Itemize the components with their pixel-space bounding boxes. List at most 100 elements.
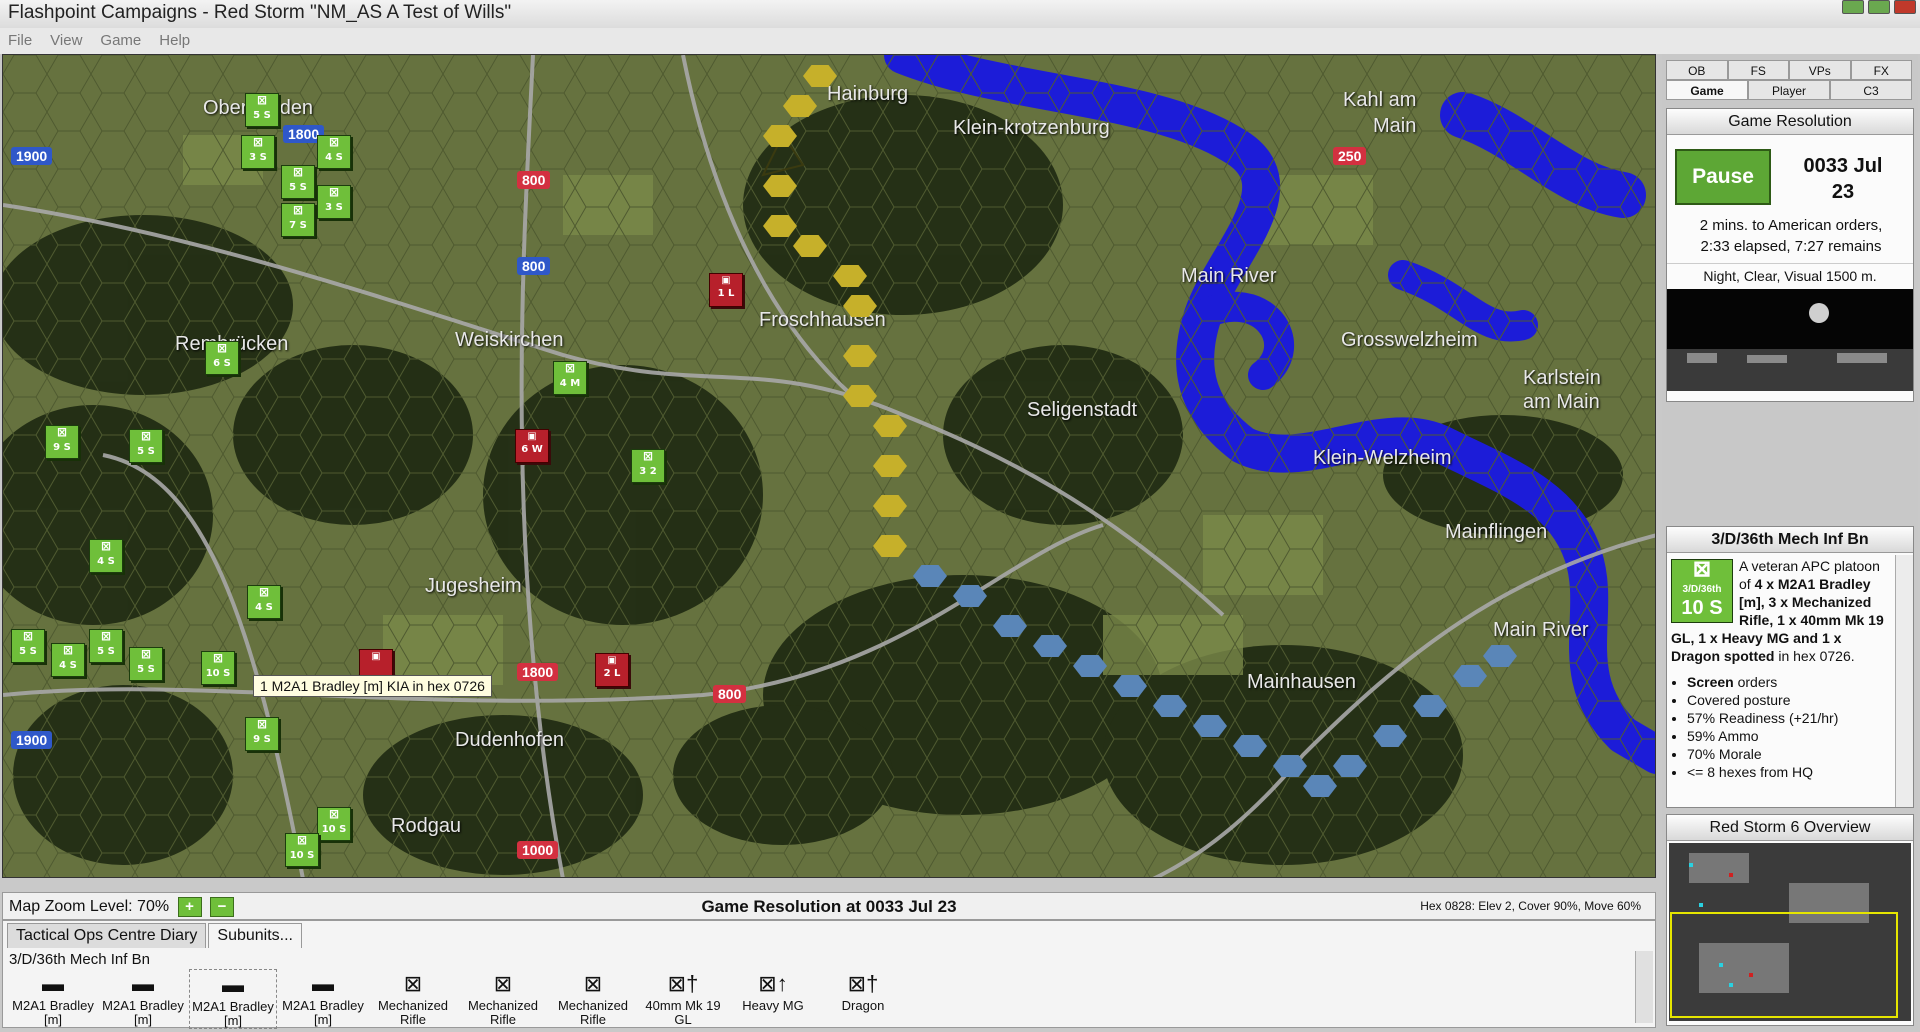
friendly-unit-counter[interactable]: ⊠ 3 S	[317, 185, 351, 219]
enemy-unit-counter[interactable]: ▣ 2 L	[595, 653, 629, 687]
pause-button[interactable]: Pause	[1675, 149, 1771, 205]
minimap-image	[1669, 843, 1911, 1021]
menu-file[interactable]: File	[8, 28, 32, 54]
menu-game[interactable]: Game	[100, 28, 141, 54]
clock-line-1: 0033 Jul	[1803, 155, 1883, 177]
tactical-map[interactable]: Ober-RodenHainburgKlein-krotzenburgKahl …	[2, 54, 1656, 878]
tab-tactical-ops-diary[interactable]: Tactical Ops Centre Diary	[7, 923, 207, 948]
unit-morale: 70% Morale	[1687, 745, 1893, 763]
friendly-unit-counter[interactable]: ⊠ 3 S	[241, 135, 275, 169]
friendly-unit-counter[interactable]: ⊠ 5 S	[129, 429, 163, 463]
unit-strength: 5 S	[19, 646, 37, 657]
unit-strength: 10 S	[205, 668, 231, 679]
tab-ob[interactable]: OB	[1666, 60, 1728, 80]
subunit-item[interactable]: ⊠ Mechanized Rifle	[369, 969, 457, 1029]
game-resolution-panel: Game Resolution Pause 0033 Jul 23 2 mins…	[1666, 108, 1914, 402]
minimize-button[interactable]	[1842, 0, 1864, 14]
subunit-item[interactable]: ⊠ Mechanized Rifle	[549, 969, 637, 1029]
close-button[interactable]	[1894, 0, 1916, 14]
zoom-in-button[interactable]: +	[177, 897, 202, 917]
tank-icon: ▬	[312, 971, 334, 996]
objective-marker[interactable]: 800	[517, 257, 551, 275]
tab-subunits[interactable]: Subunits...	[208, 923, 302, 948]
friendly-unit-counter[interactable]: ⊠ 10 S	[285, 833, 319, 867]
tab-player[interactable]: Player	[1748, 80, 1830, 100]
maximize-button[interactable]	[1868, 0, 1890, 14]
friendly-unit-counter[interactable]: ⊠ 5 S	[129, 647, 163, 681]
friendly-unit-counter[interactable]: ⊠ 7 S	[281, 203, 315, 237]
unit-ammo: 59% Ammo	[1687, 727, 1893, 745]
night-sky-image	[1667, 289, 1913, 391]
friendly-unit-counter[interactable]: ⊠ 5 S	[281, 165, 315, 199]
town-label: Kahl am	[1343, 89, 1417, 111]
friendly-unit-counter[interactable]: ⊠ 9 S	[45, 425, 79, 459]
unit-readiness: 57% Readiness (+21/hr)	[1687, 709, 1893, 727]
friendly-unit-counter[interactable]: ⊠ 4 S	[89, 539, 123, 573]
friendly-unit-counter[interactable]: ⊠ 9 S	[245, 717, 279, 751]
friendly-unit-counter[interactable]: ⊠ 4 S	[51, 643, 85, 677]
friendly-unit-counter[interactable]: ⊠ 3 2	[631, 449, 665, 483]
objective-marker[interactable]: 1000	[517, 841, 559, 859]
subunit-item[interactable]: ⊠ Mechanized Rifle	[459, 969, 547, 1029]
subunit-item[interactable]: ⊠† Dragon	[819, 969, 907, 1029]
overview-minimap[interactable]	[1669, 843, 1911, 1021]
enemy-unit-strength: 2 L	[603, 668, 621, 679]
unit-strength: 5 S	[137, 446, 155, 457]
objective-marker[interactable]: 800	[517, 171, 551, 189]
unit-info-scrollbar[interactable]	[1895, 555, 1913, 807]
objective-marker[interactable]: 1800	[517, 663, 559, 681]
orders-value: Screen	[1687, 674, 1734, 690]
enemy-unit-counter[interactable]: ▣ 1 L	[709, 273, 743, 307]
subunit-item[interactable]: ▬ M2A1 Bradley [m]	[99, 969, 187, 1029]
resolution-title: Game Resolution at 0033 Jul 23	[701, 897, 957, 916]
town-label: Klein-Welzheim	[1313, 447, 1452, 469]
objective-marker[interactable]: 800	[713, 685, 747, 703]
menu-view[interactable]: View	[50, 28, 82, 54]
friendly-unit-counter[interactable]: ⊠ 4 S	[247, 585, 281, 619]
tab-fx[interactable]: FX	[1850, 60, 1912, 80]
town-label: Weiskirchen	[455, 329, 564, 351]
zoom-label: Map Zoom Level: 70%	[9, 898, 170, 915]
subunit-label: M2A1 Bradley [m]	[12, 998, 94, 1027]
subunit-label: Mechanized Rifle	[377, 998, 449, 1027]
subunit-item[interactable]: ▬ M2A1 Bradley [m]	[9, 969, 97, 1029]
subunit-scrollbar[interactable]	[1635, 951, 1653, 1023]
subunit-item[interactable]: ▬ M2A1 Bradley [m]	[189, 969, 277, 1029]
mech-inf-icon: ⊠	[62, 643, 74, 657]
friendly-unit-counter[interactable]: ⊠ 10 S	[317, 807, 351, 841]
tab-fs[interactable]: FS	[1727, 60, 1789, 80]
friendly-unit-counter[interactable]: ⊠ 10 S	[201, 651, 235, 685]
tab-game[interactable]: Game	[1666, 80, 1748, 100]
friendly-unit-counter[interactable]: ⊠ 6 S	[205, 341, 239, 375]
friendly-unit-counter[interactable]: ⊠ 5 S	[89, 629, 123, 663]
mech-inf-icon: ⊠	[296, 833, 308, 847]
objective-marker[interactable]: 250	[1333, 147, 1367, 165]
mech-inf-icon: ⊠	[140, 647, 152, 661]
overview-panel: Red Storm 6 Overview	[1666, 814, 1914, 1026]
enemy-unit-counter[interactable]: ▣ 6 W	[515, 429, 549, 463]
unit-orders: Screen orders	[1687, 673, 1893, 691]
friendly-unit-counter[interactable]: ⊠ 5 S	[11, 629, 45, 663]
subunit-label: Mechanized Rifle	[467, 998, 539, 1027]
mech-inf-icon: ⊠	[256, 717, 268, 731]
subunit-item[interactable]: ⊠† 40mm Mk 19 GL	[639, 969, 727, 1029]
mech-inf-icon: ⊠	[642, 449, 654, 463]
tab-vps[interactable]: VPs	[1789, 60, 1851, 80]
friendly-unit-counter[interactable]: ⊠ 4 S	[317, 135, 351, 169]
mech-inf-icon: ⊠	[212, 651, 224, 665]
subunit-item[interactable]: ▬ M2A1 Bradley [m]	[279, 969, 367, 1029]
friendly-unit-counter[interactable]: ⊠ 4 M	[553, 361, 587, 395]
unit-hq-distance: <= 8 hexes from HQ	[1687, 763, 1893, 781]
friendly-unit-counter[interactable]: ⊠ 5 S	[245, 93, 279, 127]
town-label: am Main	[1523, 391, 1600, 413]
objective-marker[interactable]: 1900	[11, 147, 53, 165]
subunit-item[interactable]: ⊠↑ Heavy MG	[729, 969, 817, 1029]
time-message-line-1: 2 mins. to American orders,	[1699, 217, 1883, 234]
zoom-out-button[interactable]: −	[209, 897, 234, 917]
menu-help[interactable]: Help	[159, 28, 190, 54]
tab-c3[interactable]: C3	[1830, 80, 1912, 100]
lower-tabs: Tactical Ops Centre Diary Subunits...	[7, 923, 302, 948]
objective-marker[interactable]: 1900	[11, 731, 53, 749]
window-title: Flashpoint Campaigns - Red Storm "NM_AS …	[8, 2, 512, 23]
unit-strength: 5 S	[289, 182, 307, 193]
